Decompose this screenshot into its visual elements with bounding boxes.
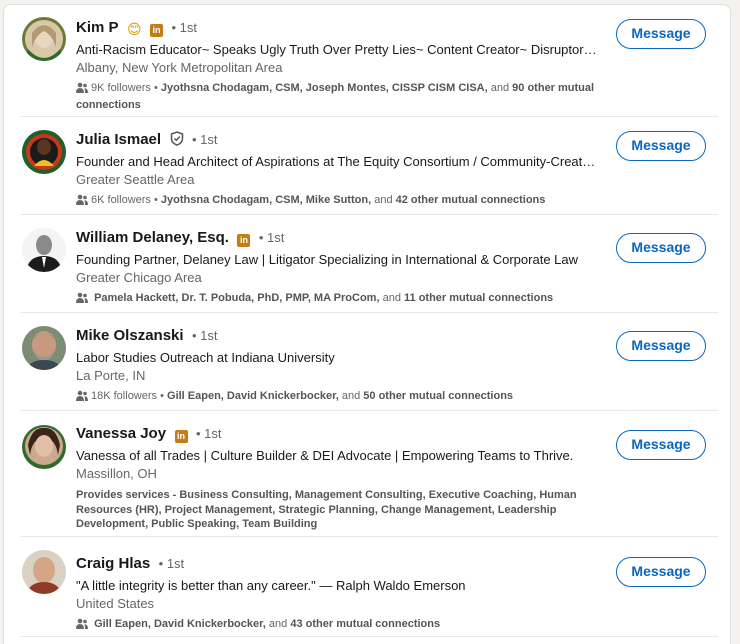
connection-degree: • 1st [158,556,185,571]
location: Massillon, OH [76,466,157,481]
people-icon [76,82,88,98]
connection-row: Julia Ismael • 1st Founder and Head Arch… [4,117,730,215]
headline: "A little integrity is better than any c… [76,578,466,593]
people-icon [76,194,88,210]
headline: Vanessa of all Trades | Culture Builder … [76,448,574,463]
followers-count: 18K followers • [91,390,164,402]
location: Greater Seattle Area [76,172,195,187]
connection-name[interactable]: Vanessa Joy [76,425,166,442]
connection-name[interactable]: Craig Hlas [76,555,150,572]
people-icon [76,618,88,634]
connection-name[interactable]: Kim P [76,19,119,36]
mutual-names: Pamela Hackett, Dr. T. Pobuda, PhD, PMP,… [94,292,380,304]
other-mutuals: 42 other mutual connections [395,194,546,206]
followers-count: 9K followers • [91,82,158,94]
connection-name[interactable]: Mike Olszanski [76,327,184,344]
avatar[interactable] [22,550,66,594]
message-button[interactable]: Message [616,19,706,49]
premium-icon: in [150,24,164,37]
connection-degree: • 1st [195,426,222,441]
connection-info: Julia Ismael • 1st Founder and Head Arch… [76,129,600,210]
connection-info: Vanessa Joy in • 1st Vanessa of all Trad… [76,423,600,532]
avatar[interactable] [22,17,66,61]
mutual-connections[interactable]: 6K followers • Jyothsna Chodagam, CSM, M… [76,193,600,210]
location: La Porte, IN [76,368,146,383]
and-text: and [268,618,288,630]
connection-degree: • 1st [171,20,197,35]
smile-emoji-icon: 😊 [126,21,142,37]
message-button[interactable]: Message [616,233,706,263]
connections-card: Kim P 😊 in • 1st Anti-Racism Educator~ S… [3,4,731,644]
connection-row: Mike Olszanski • 1st Labor Studies Outre… [4,313,730,411]
mutual-connections[interactable]: Pamela Hackett, Dr. T. Pobuda, PhD, PMP,… [76,291,600,308]
headline: Founding Partner, Delaney Law | Litigato… [76,252,579,267]
mutual-connections[interactable]: 18K followers • Gill Eapen, David Knicke… [76,389,600,406]
connection-row: Craig Hlas • 1st "A little integrity is … [4,537,730,637]
connection-info: William Delaney, Esq. in • 1st Founding … [76,227,600,308]
connection-name[interactable]: Julia Ismael [76,131,161,148]
avatar[interactable] [22,130,66,174]
location: United States [76,596,155,611]
row-divider [20,636,718,637]
connection-info: Mike Olszanski • 1st Labor Studies Outre… [76,325,600,406]
connection-row: Vanessa Joy in • 1st Vanessa of all Trad… [4,411,730,537]
connection-name[interactable]: William Delaney, Esq. [76,229,229,246]
mutual-connections[interactable]: 9K followers • Jyothsna Chodagam, CSM, J… [76,81,600,113]
avatar[interactable] [22,228,66,272]
mutual-names: Jyothsna Chodagam, CSM, Joseph Montes, C… [160,82,488,94]
message-button[interactable]: Message [616,557,706,587]
message-button[interactable]: Message [616,331,706,361]
headline: Anti-Racism Educator~ Speaks Ugly Truth … [76,42,600,57]
provided-services[interactable]: Provides services - Business Consulting,… [76,488,600,532]
and-text: and [374,194,393,206]
and-text: and [341,390,361,402]
followers-count: 6K followers • [91,194,158,206]
message-button[interactable]: Message [616,430,706,460]
premium-icon: in [237,234,251,247]
mutual-names: Gill Eapen, David Knickerbocker, [167,390,339,402]
and-text: and [382,292,401,304]
verified-shield-icon [170,131,184,153]
connection-info: Craig Hlas • 1st "A little integrity is … [76,553,600,634]
avatar[interactable] [22,326,66,370]
location: Greater Chicago Area [76,270,202,285]
mutual-connections[interactable]: Gill Eapen, David Knickerbocker, and 43 … [76,617,600,634]
headline: Labor Studies Outreach at Indiana Univer… [76,350,335,365]
message-button[interactable]: Message [616,131,706,161]
connection-degree: • 1st [191,132,218,147]
avatar[interactable] [22,425,66,469]
headline: Founder and Head Architect of Aspiration… [76,154,600,169]
mutual-names: Gill Eapen, David Knickerbocker, [94,618,266,630]
location: Albany, New York Metropolitan Area [76,60,283,75]
and-text: and [490,82,510,94]
connection-degree: • 1st [192,328,218,343]
connection-row: William Delaney, Esq. in • 1st Founding … [4,215,730,313]
connection-row: Kim P 😊 in • 1st Anti-Racism Educator~ S… [4,5,730,117]
other-mutuals: 50 other mutual connections [363,390,514,402]
other-mutuals: 11 other mutual connections [404,292,554,304]
people-icon [76,292,88,308]
mutual-names: Jyothsna Chodagam, CSM, Mike Sutton, [160,194,372,206]
premium-icon: in [174,430,188,443]
connection-info: Kim P 😊 in • 1st Anti-Racism Educator~ S… [76,17,600,113]
other-mutuals: 43 other mutual connections [290,618,441,630]
connection-degree: • 1st [258,230,285,245]
people-icon [76,390,88,406]
